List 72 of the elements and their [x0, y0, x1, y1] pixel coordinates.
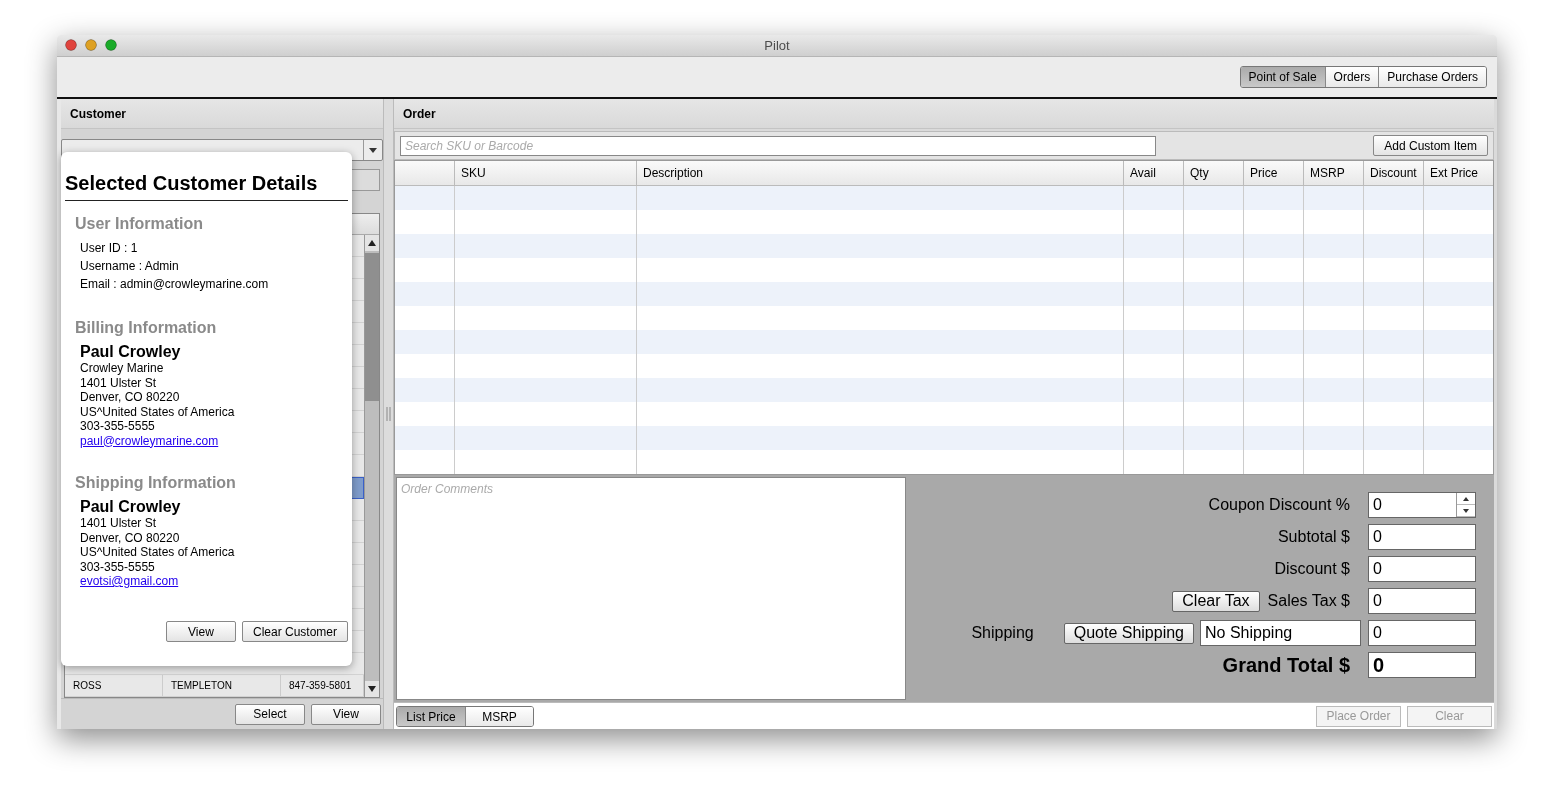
window-title: Pilot — [764, 38, 790, 53]
field-label: Subtotal $ — [1277, 528, 1350, 546]
input-field[interactable]: 0 — [1368, 588, 1476, 614]
button[interactable]: Select — [235, 703, 305, 725]
spinner-field[interactable]: 0 — [1368, 492, 1476, 518]
window-control-icon[interactable] — [85, 39, 97, 51]
address-line: Denver, CO 80220 — [80, 530, 180, 545]
window-control-icon[interactable] — [105, 39, 117, 51]
field-label: Discount $ — [1274, 560, 1350, 578]
search-field[interactable]: Search SKU or Barcode — [400, 135, 1156, 156]
email-link[interactable]: paul@crowleymarine.com — [80, 433, 219, 448]
field-label: Sales Tax $ — [1267, 592, 1350, 610]
customer-name: Paul Crowley — [80, 498, 181, 516]
customer-name: Paul Crowley — [80, 343, 181, 361]
field-label: Shipping — [971, 624, 1034, 642]
splitter-grip-icon[interactable] — [386, 407, 391, 421]
scrollbar[interactable] — [364, 235, 379, 697]
button[interactable]: Clear Customer — [241, 621, 348, 642]
table-cell: TEMPLETON — [163, 675, 281, 696]
column-header[interactable]: SKU — [455, 161, 637, 185]
input-field[interactable]: 0 — [1368, 652, 1476, 678]
clear-tax-button[interactable]: Clear Tax — [1172, 590, 1260, 612]
section-heading: User Information — [75, 215, 203, 233]
panel-title: Order — [394, 99, 1494, 129]
column-header[interactable]: Price — [1244, 161, 1304, 185]
input-field[interactable]: 0 — [1368, 556, 1476, 582]
button[interactable]: View — [165, 621, 236, 642]
popup-title: Selected Customer Details — [65, 172, 348, 201]
shipping-method-field[interactable]: No Shipping — [1200, 620, 1361, 646]
panel-title: Customer — [61, 99, 383, 129]
add-custom-item-button[interactable]: Add Custom Item — [1373, 135, 1488, 156]
up-arrow-icon[interactable] — [368, 240, 376, 246]
tab[interactable]: Orders — [1324, 67, 1379, 87]
section-heading: Billing Information — [75, 319, 217, 337]
up-arrow-icon[interactable] — [1463, 496, 1469, 501]
address-line: 303-355-5555 — [80, 419, 155, 434]
quote-shipping-button[interactable]: Quote Shipping — [1063, 622, 1194, 644]
address-line: Denver, CO 80220 — [80, 390, 180, 405]
input-field[interactable]: 0 — [1368, 620, 1476, 646]
scrollbar-thumb[interactable] — [365, 253, 379, 401]
table-row[interactable]: ROSS TEMPLETON 847-359-5801 — [65, 675, 364, 697]
address-line: Crowley Marine — [80, 361, 164, 376]
window-control-icon[interactable] — [65, 39, 77, 51]
tab[interactable]: Purchase Orders — [1378, 67, 1486, 87]
down-arrow-icon[interactable] — [1463, 508, 1469, 513]
info-line: Email : admin@crowleymarine.com — [80, 276, 269, 293]
address-line: 303-355-5555 — [80, 559, 155, 574]
button[interactable]: View — [311, 703, 381, 725]
address-line: 1401 Ulster St — [80, 516, 157, 531]
column-header[interactable]: Qty — [1184, 161, 1244, 185]
input-field[interactable]: 0 — [1368, 524, 1476, 550]
address-line: US^United States of America — [80, 545, 235, 560]
comments-field[interactable]: Order Comments — [396, 477, 906, 700]
table-cell: ROSS — [65, 675, 163, 696]
caret-icon — [369, 147, 377, 153]
column-header[interactable]: Ext Price — [1424, 161, 1493, 185]
price-mode-tab[interactable]: MSRP — [465, 706, 533, 726]
down-arrow-icon[interactable] — [368, 686, 376, 692]
info-line: Username : Admin — [80, 258, 179, 275]
field-label: Coupon Discount % — [1208, 496, 1350, 514]
column-header[interactable]: Description — [637, 161, 1124, 185]
tab[interactable]: Point of Sale — [1240, 67, 1325, 87]
column-header[interactable]: MSRP — [1304, 161, 1364, 185]
section-heading: Shipping Information — [75, 474, 236, 492]
field-label: Grand Total $ — [1222, 653, 1350, 677]
price-mode-tab[interactable]: List Price — [397, 706, 465, 726]
email-link[interactable]: evotsi@gmail.com — [80, 574, 179, 589]
info-line: User ID : 1 — [80, 240, 138, 257]
address-line: 1401 Ulster St — [80, 375, 157, 390]
column-header[interactable]: Discount — [1364, 161, 1424, 185]
address-line: US^United States of America — [80, 404, 235, 419]
column-header[interactable]: Avail — [1124, 161, 1184, 185]
